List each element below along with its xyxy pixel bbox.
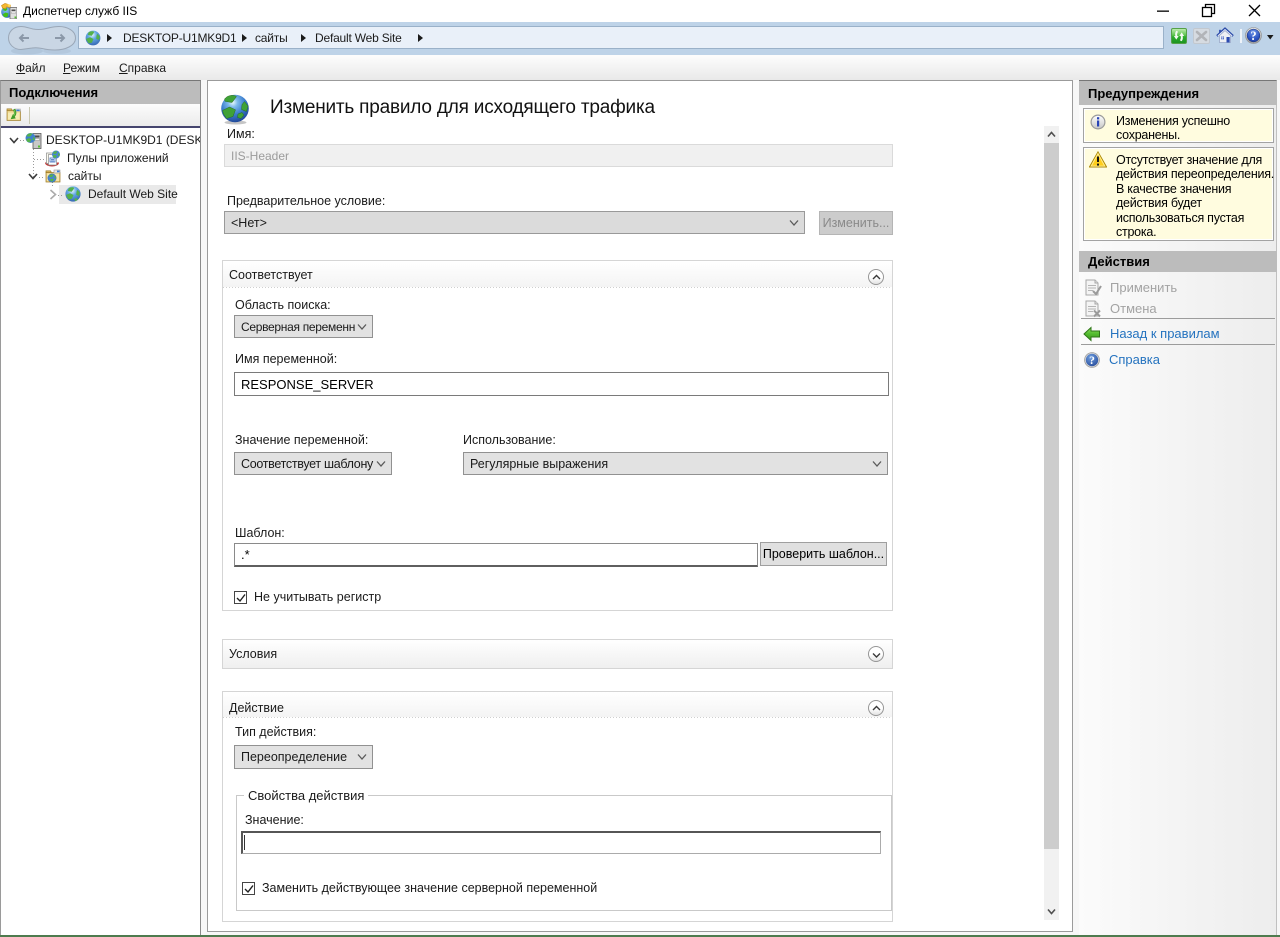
svg-text:?: ? <box>1250 29 1256 43</box>
svg-text:?: ? <box>1089 355 1095 367</box>
